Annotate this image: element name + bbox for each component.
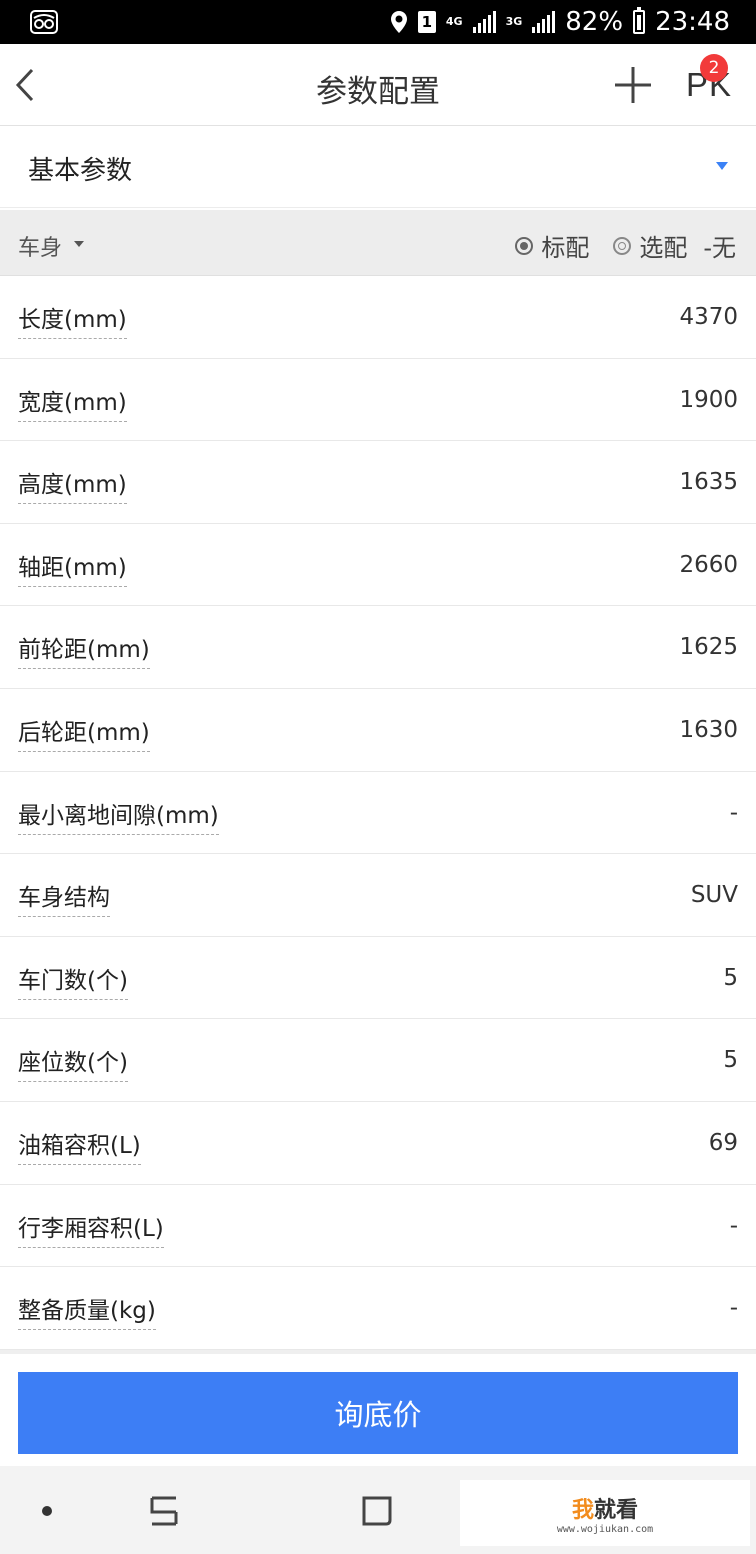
table-row: 最小离地间隙(mm) - [0,772,756,855]
watermark-brand-prefix: 我 [571,1497,594,1523]
spec-label[interactable]: 整备质量(kg) [18,1291,156,1331]
signal-3g-icon [532,11,556,33]
table-row: 座位数(个) 5 [0,1019,756,1102]
table-row: 车门数(个) 5 [0,937,756,1020]
location-icon [390,11,407,33]
table-row: 行李厢容积(L) - [0,1185,756,1268]
watermark-url: www.wojiukan.com [556,1523,654,1535]
inquire-price-button[interactable]: 询底价 [18,1372,738,1454]
spec-label[interactable]: 前轮距(mm) [18,630,150,670]
spec-label[interactable]: 车门数(个) [18,961,128,1000]
legend-none-label: -无 [703,234,736,262]
pk-count-badge: 2 [700,54,728,82]
spec-label[interactable]: 长度(mm) [18,300,127,339]
section-title-toggle[interactable]: 车身 [18,230,62,262]
status-bar: 1 4G 3G 82% 23:48 [0,0,756,44]
spec-value: 4370 [679,304,738,330]
spec-label[interactable]: 行李厢容积(L) [18,1209,164,1248]
spec-label[interactable]: 高度(mm) [18,465,127,505]
network-3g-label: 3G [505,15,523,28]
spec-value: 1900 [679,386,738,413]
app-notification-icon [30,10,58,34]
watermark-brand-rest: 就看 [594,1497,639,1523]
legend-optional-label: 选配 [639,234,688,262]
table-row: 车身结构 SUV [0,854,756,937]
add-icon[interactable] [612,64,654,106]
spec-value: - [729,799,738,826]
legend: 标配 选配 -无 [491,228,736,263]
dropdown-caret-icon [716,162,728,170]
spec-label[interactable]: 最小离地间隙(mm) [18,796,219,835]
signal-4g-icon [472,11,496,33]
table-row: 前轮距(mm) 1625 [0,606,756,689]
nav-dot-icon[interactable] [42,1506,52,1516]
category-select[interactable]: 基本参数 [0,126,756,208]
battery-percent: 82% [565,7,624,37]
table-row: 高度(mm) 1635 [0,441,756,524]
clock: 23:48 [655,7,730,37]
battery-icon [633,7,646,34]
spec-label[interactable]: 座位数(个) [18,1043,128,1083]
recent-apps-icon[interactable] [146,1494,182,1528]
spec-list: 长度(mm) 4370 宽度(mm) 1900 高度(mm) 1635 轴距(m… [0,276,756,1350]
spec-value: 1635 [679,469,738,496]
watermark-logo: 我就看 www.wojiukan.com [460,1480,750,1546]
sim-slot-icon: 1 [417,11,436,33]
category-selected-label: 基本参数 [28,156,133,186]
table-row: 后轮距(mm) 1630 [0,689,756,772]
spec-label[interactable]: 后轮距(mm) [18,713,150,752]
table-row: 长度(mm) 4370 [0,276,756,359]
network-4g-label: 4G [445,15,463,28]
watermark-title: 我就看 [572,1492,638,1524]
app-header: 参数配置 PK 2 [0,44,756,126]
spec-label[interactable]: 油箱容积(L) [18,1126,141,1165]
legend-standard-label: 标配 [541,234,590,262]
spec-value: - [729,1295,738,1322]
bottom-action-bar: 询底价 [0,1350,756,1466]
spec-value: 1625 [679,634,738,661]
spec-value: 5 [723,964,738,991]
spec-value: 1630 [679,716,738,743]
spec-label[interactable]: 宽度(mm) [18,383,127,422]
table-row: 整备质量(kg) - [0,1267,756,1350]
spec-label[interactable]: 车身结构 [18,878,110,918]
section-caret-icon [74,241,84,247]
optional-ring-icon [613,236,632,255]
table-row: 宽度(mm) 1900 [0,359,756,442]
spec-label[interactable]: 轴距(mm) [18,548,127,587]
spec-value: 2660 [679,551,738,578]
table-row: 轴距(mm) 2660 [0,524,756,607]
legend-standard: 标配 [515,228,589,263]
spec-value: SUV [690,882,738,909]
home-square-icon[interactable] [360,1494,394,1528]
system-nav-bar: 我就看 www.wojiukan.com [0,1466,756,1554]
spec-value: 5 [723,1047,738,1074]
table-row: 油箱容积(L) 69 [0,1102,756,1185]
spec-value: - [729,1212,738,1239]
section-header: 车身 标配 选配 -无 [0,210,756,276]
standard-dot-icon [515,236,534,255]
legend-none: -无 [703,228,736,263]
legend-optional: 选配 [613,228,687,263]
spec-value: 69 [708,1129,738,1156]
